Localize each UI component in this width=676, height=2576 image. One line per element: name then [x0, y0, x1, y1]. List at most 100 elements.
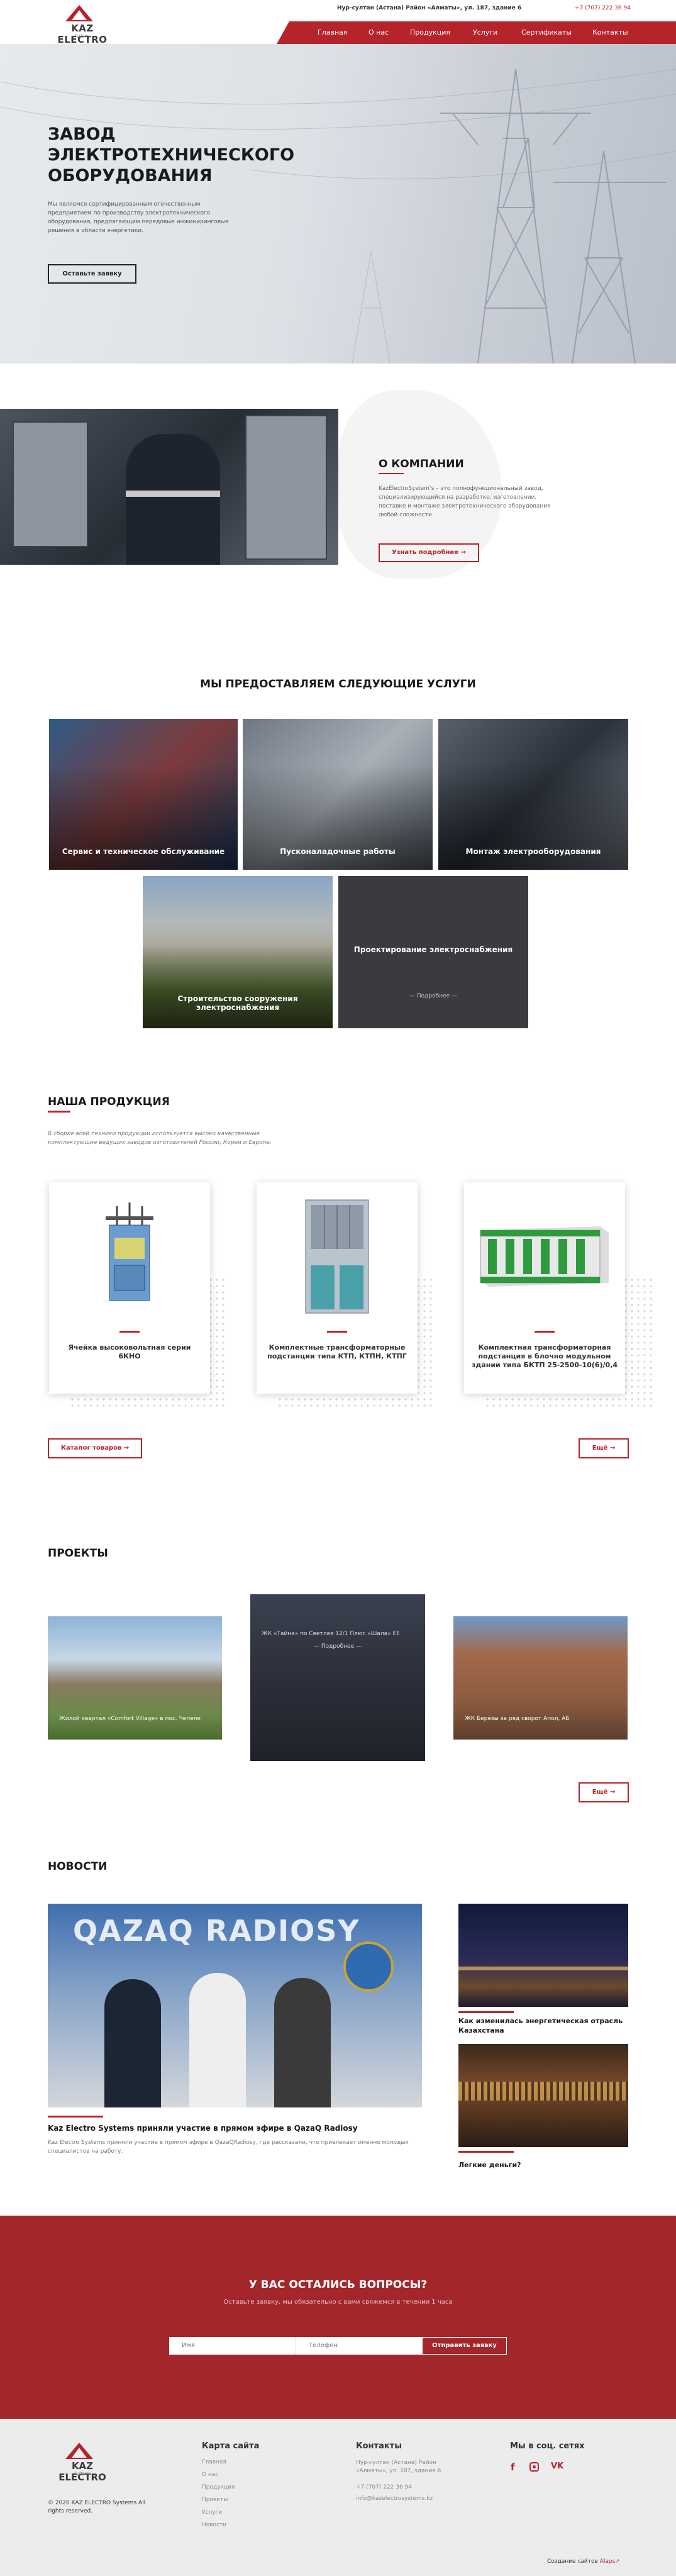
product-divider — [535, 1331, 555, 1333]
footer-email[interactable]: info@kazelectrosystems.kz — [356, 2496, 433, 2502]
product-card[interactable]: Комплектные трансформаторные подстанции … — [257, 1182, 418, 1394]
project-card[interactable]: Жилой квартал «Comfort Village» в пос. Ч… — [48, 1616, 222, 1740]
footer-link-about[interactable]: О нас — [202, 2472, 218, 2478]
header-address: Нур-султан (Астана) Район «Алматы», ул. … — [337, 5, 522, 11]
footer-logo[interactable]: KAZ ELECTRO Systems — [48, 2443, 123, 2483]
project-card[interactable]: ЖК Берёзы за ряд сворот Апол, АБ — [453, 1616, 628, 1740]
nav-item-services[interactable]: Услуги — [473, 28, 497, 36]
footer-contacts-title: Контакты — [356, 2441, 402, 2451]
nav-item-home[interactable]: Главная — [318, 28, 348, 36]
project-label: ЖК Берёзы за ряд сворот Апол, АБ — [465, 1716, 570, 1722]
service-more-link[interactable]: — Подробнее — — [338, 993, 528, 999]
facebook-icon[interactable]: f — [511, 2462, 515, 2473]
footer-social-title: Мы в соц. сетях — [510, 2441, 585, 2451]
news-main-heading[interactable]: Kaz Electro Systems приняли участие в пр… — [48, 2124, 358, 2133]
news-main-image[interactable]: QAZAQ RADIOSY — [48, 1904, 422, 2107]
product-image — [305, 1199, 369, 1314]
footer-link-home[interactable]: Главная — [202, 2459, 226, 2465]
service-label: Монтаж электрооборудования — [465, 847, 601, 856]
news-side-heading[interactable]: Легкие деньги? — [458, 2161, 521, 2169]
about-title: О КОМПАНИИ — [379, 458, 464, 470]
vk-icon[interactable]: VK — [551, 2462, 563, 2471]
project-label: Жилой квартал «Comfort Village» в пос. Ч… — [59, 1716, 201, 1722]
catalog-button[interactable]: Каталог товаров → — [48, 1438, 142, 1458]
news-divider — [458, 2011, 514, 2013]
nav-item-products[interactable]: Продукция — [410, 28, 450, 36]
arrow-right-icon: → — [609, 1445, 616, 1452]
phone-input[interactable] — [296, 2337, 422, 2355]
footer-credit-text: Создание сайтов — [547, 2558, 598, 2565]
about-photo — [0, 409, 338, 565]
logo-mark-inner — [72, 10, 87, 20]
product-card[interactable]: Комплектная трансформаторная подстанция … — [464, 1182, 625, 1394]
project-more-link[interactable]: — Подробнее — — [250, 1643, 425, 1650]
contact-section — [0, 2216, 676, 2419]
footer-copyright: © 2020 KAZ ELECTRO Systems All rights re… — [48, 2500, 146, 2514]
service-card[interactable]: Строительство сооружения электроснабжени… — [143, 876, 333, 1028]
worker-figure — [126, 434, 220, 565]
service-label: Проектирование электроснабжения — [353, 945, 513, 954]
arrow-right-icon: → — [609, 1789, 616, 1796]
product-card[interactable]: Ячейка высоковольтная серии 6КНО — [49, 1182, 210, 1394]
products-subtitle: В сборке всей техники продукции использу… — [48, 1131, 271, 1146]
hero-title: Завод электротехнического оборудования — [48, 125, 295, 186]
person-figure — [189, 1973, 246, 2107]
logo-mark-inner — [72, 2448, 87, 2458]
service-card[interactable]: Сервис и техническое обслуживание — [49, 719, 238, 870]
footer-phone[interactable]: +7 (707) 222 36 94 — [356, 2484, 412, 2490]
logo[interactable]: KAZ ELECTRO Systems — [48, 5, 123, 45]
hero-subtitle: Мы являемся сертифицированным отечествен… — [48, 201, 229, 234]
arrow-right-icon: → — [460, 549, 466, 556]
contact-submit-button[interactable]: Отправить заявку — [422, 2337, 507, 2355]
refinery-lights — [458, 1967, 628, 1970]
name-input[interactable] — [169, 2337, 296, 2355]
footer-link-news[interactable]: Новости — [202, 2522, 226, 2528]
product-name: Комплектная трансформаторная подстанция … — [472, 1343, 618, 1369]
product-name: Ячейка высоковольтная серии 6КНО — [68, 1343, 191, 1360]
contact-title: У ВАС ОСТАЛИСЬ ВОПРОСЫ? — [248, 2279, 428, 2291]
projects-more-label: Ещё — [592, 1789, 608, 1796]
project-card-hovered[interactable]: ЖК «Тайна» по Светлая 12/1 Плюс «Шала» Е… — [250, 1594, 425, 1761]
about-more-label: Узнать подробнее — [392, 549, 459, 556]
service-more-label: Подробнее — [416, 993, 450, 999]
service-card[interactable]: Монтаж электрооборудования — [438, 719, 628, 870]
contact-subtitle: Оставьте заявку, мы обязательно с вами с… — [223, 2299, 453, 2306]
news-divider — [48, 2116, 103, 2118]
products-more-button[interactable]: Ещё → — [579, 1438, 629, 1458]
news-image-trading[interactable] — [458, 2044, 628, 2147]
footer-link-services[interactable]: Услуги — [202, 2509, 222, 2516]
about-divider — [379, 473, 404, 474]
about-more-button[interactable]: Узнать подробнее → — [379, 543, 479, 562]
nav-item-certificates[interactable]: Сертификаты — [521, 28, 572, 36]
nav-item-contacts[interactable]: Контакты — [592, 28, 628, 36]
footer-logo-subtext: Systems — [74, 2472, 91, 2476]
service-card-hovered[interactable]: Проектирование электроснабжения — Подроб… — [338, 876, 528, 1028]
footer-sitemap-title: Карта сайта — [202, 2441, 260, 2451]
hero-request-button[interactable]: Оставьте заявку — [48, 264, 136, 284]
reflective-stripe — [126, 491, 220, 497]
product-divider — [119, 1331, 140, 1333]
news-divider — [458, 2151, 514, 2153]
service-label: Сервис и техническое обслуживание — [62, 847, 225, 856]
projects-more-button[interactable]: Ещё → — [579, 1782, 629, 1802]
service-card[interactable]: Пусконаладочные работы — [243, 719, 433, 870]
person-figure — [274, 1978, 331, 2107]
header-phone[interactable]: +7 (707) 222 36 94 — [575, 5, 631, 11]
trading-board — [458, 2082, 628, 2101]
news-image-refinery[interactable] — [458, 1904, 628, 2007]
footer-credit[interactable]: Создание сайтов Ala⁠ps↗ — [547, 2558, 620, 2565]
instagram-icon[interactable] — [529, 2462, 539, 2472]
news-side-heading[interactable]: Как изменилась энергетическая отрасль Ка… — [458, 2016, 628, 2035]
logo-subtext: Systems — [74, 34, 91, 38]
services-title: МЫ ПРЕДОСТАВЛЯЕМ СЛЕДУЮЩИЕ УСЛУГИ — [200, 678, 476, 691]
catalog-label: Каталог товаров — [60, 1445, 122, 1452]
switchgear-panel — [13, 421, 88, 547]
projects-title: ПРОЕКТЫ — [48, 1547, 108, 1560]
footer-link-projects[interactable]: Проекты — [202, 2497, 228, 2503]
main-nav: Главная О нас Продукция Услуги Сертифика… — [277, 21, 676, 44]
nav-item-about[interactable]: О нас — [368, 28, 389, 36]
footer-link-products[interactable]: Продукция — [202, 2484, 235, 2490]
person-figure — [104, 1979, 161, 2107]
radio-logo-text: QAZAQ RADIOSY — [73, 1914, 360, 1948]
about-text: KazElectroSystem’s – это полнофункционал… — [379, 486, 551, 518]
